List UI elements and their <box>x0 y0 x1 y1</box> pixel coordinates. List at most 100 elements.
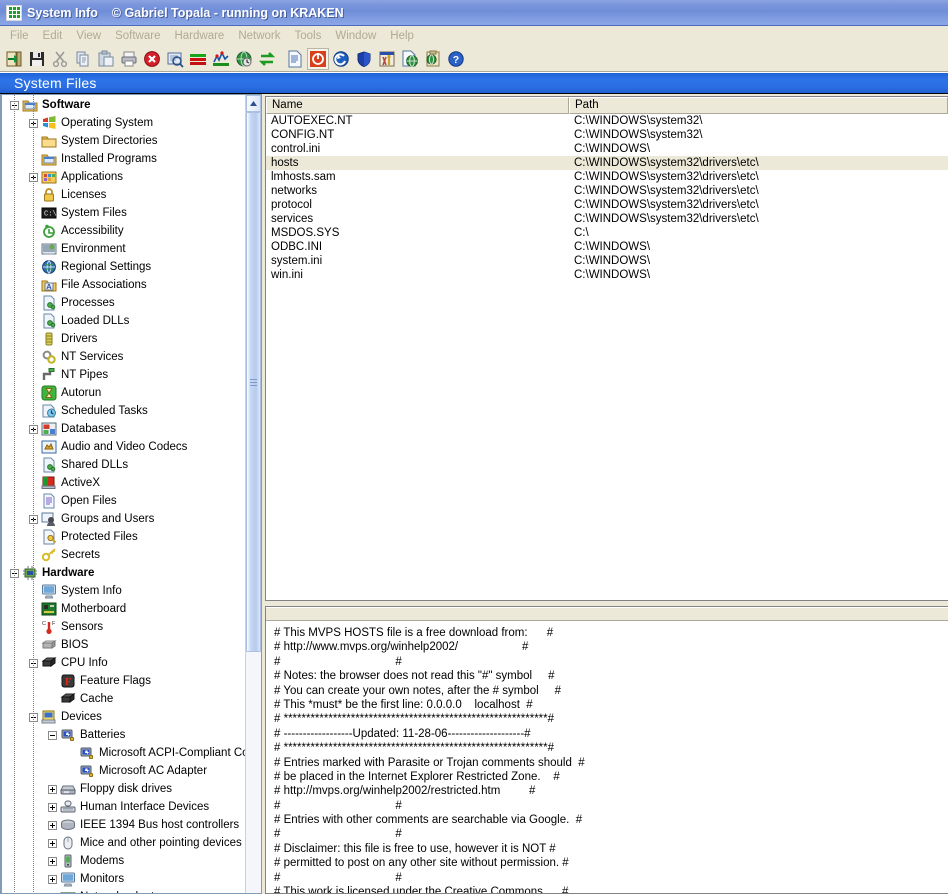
print-icon[interactable] <box>118 48 140 70</box>
chart-icon[interactable] <box>210 48 232 70</box>
tree-item-accessibility[interactable]: Accessibility <box>2 222 245 240</box>
menu-item-software[interactable]: Software <box>108 28 167 44</box>
tree-item-feature-flags[interactable]: F Feature Flags <box>2 672 245 690</box>
expand-icon[interactable] <box>48 784 57 794</box>
menu-item-help[interactable]: Help <box>383 28 421 44</box>
tree-item-microsoft-acpi-compliant-cor[interactable]: Microsoft ACPI-Compliant Cor <box>2 744 245 762</box>
table-row[interactable]: services C:\WINDOWS\system32\drivers\etc\ <box>266 212 948 226</box>
tree-item-databases[interactable]: Databases <box>2 420 245 438</box>
tree-item-activex[interactable]: ActiveX <box>2 474 245 492</box>
tree-item-devices[interactable]: Devices <box>2 708 245 726</box>
table-row[interactable]: AUTOEXEC.NT C:\WINDOWS\system32\ <box>266 114 948 128</box>
report-bars-icon[interactable] <box>187 48 209 70</box>
tree-item-nt-pipes[interactable]: NT Pipes <box>2 366 245 384</box>
tree-item-motherboard[interactable]: Motherboard <box>2 600 245 618</box>
exit-icon[interactable] <box>3 48 25 70</box>
tree-item-loaded-dlls[interactable]: Loaded DLLs <box>2 312 245 330</box>
tree-item-scheduled-tasks[interactable]: Scheduled Tasks <box>2 402 245 420</box>
table-row[interactable]: control.ini C:\WINDOWS\ <box>266 142 948 156</box>
table-row[interactable]: hosts C:\WINDOWS\system32\drivers\etc\ <box>266 156 948 170</box>
back-globe-icon[interactable] <box>330 48 352 70</box>
column-header-name[interactable]: Name <box>266 97 569 114</box>
tools-icon[interactable] <box>376 48 398 70</box>
tree-item-licenses[interactable]: Licenses <box>2 186 245 204</box>
table-row[interactable]: ODBC.INI C:\WINDOWS\ <box>266 240 948 254</box>
tree-item-nt-services[interactable]: NT Services <box>2 348 245 366</box>
tree-item-ieee-1394-bus-host-controllers[interactable]: IEEE 1394 Bus host controllers <box>2 816 245 834</box>
scrollbar-thumb[interactable] <box>246 112 261 652</box>
tree-item-cache[interactable]: Cache <box>2 690 245 708</box>
tree-item-autorun[interactable]: Autorun <box>2 384 245 402</box>
tree-item-operating-system[interactable]: Operating System <box>2 114 245 132</box>
table-row[interactable]: networks C:\WINDOWS\system32\drivers\etc\ <box>266 184 948 198</box>
scroll-up-arrow-icon[interactable] <box>246 95 261 112</box>
tree-item-bios[interactable]: BIOS <box>2 636 245 654</box>
table-row[interactable]: MSDOS.SYS C:\ <box>266 226 948 240</box>
tree-item-processes[interactable]: Processes <box>2 294 245 312</box>
expand-icon[interactable] <box>48 856 57 866</box>
refresh-arrows-icon[interactable] <box>256 48 278 70</box>
scrollbar-track[interactable] <box>246 112 261 893</box>
tree-item-floppy-disk-drives[interactable]: Floppy disk drives <box>2 780 245 798</box>
cut-icon[interactable] <box>49 48 71 70</box>
tree-item-mice-and-other-pointing-devices[interactable]: Mice and other pointing devices <box>2 834 245 852</box>
save-icon[interactable] <box>26 48 48 70</box>
preview-icon[interactable] <box>164 48 186 70</box>
tree-item-environment[interactable]: Environment <box>2 240 245 258</box>
cancel-icon[interactable] <box>141 48 163 70</box>
tree-item-applications[interactable]: Applications <box>2 168 245 186</box>
tree-item-system-directories[interactable]: System Directories <box>2 132 245 150</box>
expand-icon[interactable] <box>48 892 57 893</box>
table-row[interactable]: system.ini C:\WINDOWS\ <box>266 254 948 268</box>
expand-icon[interactable] <box>48 838 57 848</box>
tree-item-system-info[interactable]: System Info <box>2 582 245 600</box>
collapse-icon[interactable] <box>48 730 57 740</box>
menu-item-tools[interactable]: Tools <box>288 28 329 44</box>
column-header-path[interactable]: Path <box>569 97 948 114</box>
help-icon[interactable]: ? <box>445 48 467 70</box>
paste-icon[interactable] <box>95 48 117 70</box>
menu-item-edit[interactable]: Edit <box>36 28 70 44</box>
file-content-body[interactable]: # This MVPS HOSTS file is a free downloa… <box>266 621 948 893</box>
clipboard-web-icon[interactable] <box>422 48 444 70</box>
tree-item-system-files[interactable]: C:\ System Files <box>2 204 245 222</box>
tree-item-batteries[interactable]: Batteries <box>2 726 245 744</box>
web-update-icon[interactable] <box>399 48 421 70</box>
expand-icon[interactable] <box>48 874 57 884</box>
tree-item-microsoft-ac-adapter[interactable]: Microsoft AC Adapter <box>2 762 245 780</box>
shutdown-icon[interactable] <box>307 47 329 70</box>
tree-item-software[interactable]: Software <box>2 96 245 114</box>
tree-item-network-adapters[interactable]: Network adapters <box>2 888 245 893</box>
tree-item-audio-and-video-codecs[interactable]: Audio and Video Codecs <box>2 438 245 456</box>
tree-item-secrets[interactable]: Secrets <box>2 546 245 564</box>
globe-clock-icon[interactable] <box>233 48 255 70</box>
tree-item-cpu-info[interactable]: CPU Info <box>2 654 245 672</box>
table-row[interactable]: CONFIG.NT C:\WINDOWS\system32\ <box>266 128 948 142</box>
menu-item-file[interactable]: File <box>3 28 36 44</box>
tree-item-hardware[interactable]: Hardware <box>2 564 245 582</box>
table-row[interactable]: win.ini C:\WINDOWS\ <box>266 268 948 282</box>
menu-item-hardware[interactable]: Hardware <box>167 28 231 44</box>
menu-item-window[interactable]: Window <box>328 28 383 44</box>
tree-item-sensors[interactable]: C F Sensors <box>2 618 245 636</box>
tree-item-groups-and-users[interactable]: Groups and Users <box>2 510 245 528</box>
tree-item-protected-files[interactable]: Protected Files <box>2 528 245 546</box>
tree-scroll-area[interactable]: Software Operating System System Directori… <box>2 95 245 893</box>
tree-item-modems[interactable]: Modems <box>2 852 245 870</box>
tree-item-file-associations[interactable]: A File Associations <box>2 276 245 294</box>
table-row[interactable]: protocol C:\WINDOWS\system32\drivers\etc\ <box>266 198 948 212</box>
tree-item-human-interface-devices[interactable]: Human Interface Devices <box>2 798 245 816</box>
tree-item-installed-programs[interactable]: Installed Programs <box>2 150 245 168</box>
expand-icon[interactable] <box>48 802 57 812</box>
tree-item-regional-settings[interactable]: Regional Settings <box>2 258 245 276</box>
tree-item-monitors[interactable]: Monitors <box>2 870 245 888</box>
shield-icon[interactable] <box>353 48 375 70</box>
copy-icon[interactable] <box>72 48 94 70</box>
tree-item-open-files[interactable]: Open Files <box>2 492 245 510</box>
tree-scrollbar[interactable] <box>245 95 261 893</box>
document-icon[interactable] <box>284 48 306 70</box>
menu-item-network[interactable]: Network <box>231 28 287 44</box>
menu-item-view[interactable]: View <box>69 28 108 44</box>
table-row[interactable]: lmhosts.sam C:\WINDOWS\system32\drivers\e… <box>266 170 948 184</box>
expand-icon[interactable] <box>48 820 57 830</box>
